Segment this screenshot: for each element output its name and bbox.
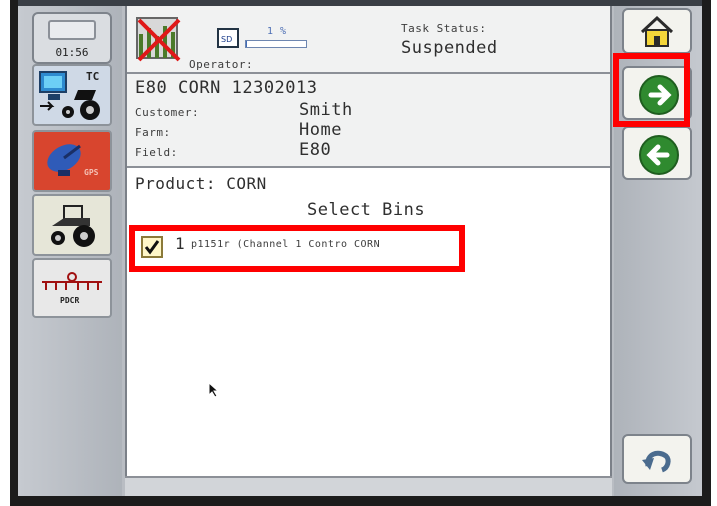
undo-icon	[642, 450, 671, 473]
progress-bar	[245, 40, 307, 48]
arrow-left-icon	[639, 135, 679, 175]
tractor-tile[interactable]	[32, 194, 112, 256]
job-title: E80 CORN 12302013	[135, 78, 318, 98]
progress-fill	[246, 41, 248, 47]
operator-label: Operator:	[189, 58, 254, 71]
task-status-label: Task Status:	[401, 22, 487, 35]
back-button[interactable]	[622, 126, 692, 180]
pdcr-tile[interactable]: PDCR	[32, 258, 112, 318]
undo-button[interactable]	[622, 434, 692, 484]
clock-tile[interactable]: 01:56	[32, 12, 112, 64]
clock-time: 01:56	[55, 46, 89, 59]
job-info: E80 CORN 12302013 Customer: Smith Farm: …	[127, 74, 610, 168]
gps-tile[interactable]: GPS	[32, 130, 112, 192]
field-label: Field:	[135, 146, 178, 159]
left-sidebar: 01:56 TC GPS PDCR	[18, 6, 122, 496]
farm-value: Home	[299, 120, 342, 140]
bottom-bar	[125, 476, 612, 496]
satellite-dish-icon	[47, 144, 81, 176]
customer-label: Customer:	[135, 106, 200, 119]
tractor-icon	[51, 205, 95, 247]
highlight-bin-row	[129, 225, 465, 272]
svg-text:SD: SD	[221, 35, 232, 44]
monitor-icon	[48, 20, 96, 40]
task-controller-tile[interactable]: TC	[32, 64, 112, 126]
select-bins-title: Select Bins	[307, 200, 426, 220]
home-button[interactable]	[622, 8, 692, 54]
planter-icon	[42, 272, 102, 290]
status-bar: SD 1 % Operator: Task Status: Suspended	[127, 6, 610, 74]
product-label: Product: CORN	[135, 174, 267, 193]
no-signal-icon	[136, 17, 181, 62]
product-section: Product: CORN Select Bins 1 p1151r (Chan…	[127, 168, 610, 474]
pdcr-label: PDCR	[60, 296, 80, 305]
mouse-cursor-icon	[208, 382, 220, 398]
home-icon	[640, 15, 674, 47]
highlight-next-button	[613, 53, 690, 127]
field-value: E80	[299, 140, 332, 160]
progress-text: 1 %	[267, 26, 287, 37]
task-status-value: Suspended	[401, 38, 498, 58]
farm-label: Farm:	[135, 126, 171, 139]
tc-label: TC	[86, 70, 100, 83]
gps-label: GPS	[84, 168, 99, 177]
sd-card-icon: SD	[217, 28, 239, 48]
customer-value: Smith	[299, 100, 353, 120]
